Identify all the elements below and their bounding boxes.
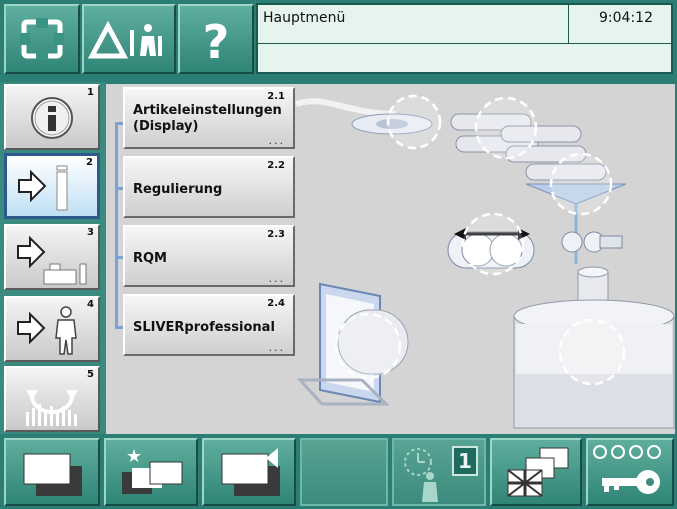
star-windows-icon: ★ bbox=[122, 446, 183, 494]
timer-person-button[interactable]: 1 bbox=[392, 438, 486, 506]
submenu-item-2-4[interactable]: 2.4 SLIVERprofessional ... bbox=[123, 294, 295, 356]
submenu-label: Regulierung bbox=[133, 182, 223, 197]
delta-person-icon bbox=[87, 20, 162, 59]
empty-slot bbox=[300, 438, 388, 506]
svg-text:★: ★ bbox=[126, 446, 142, 467]
login-button[interactable] bbox=[586, 438, 674, 506]
nav-item-4[interactable]: 4 bbox=[4, 296, 100, 362]
window-back-icon bbox=[221, 448, 280, 496]
page-title: Hauptmenü bbox=[263, 10, 346, 26]
window-back-button[interactable] bbox=[202, 438, 296, 506]
submenu-item-2-2[interactable]: 2.2 Regulierung bbox=[123, 156, 295, 218]
count-badge: 1 bbox=[452, 446, 478, 476]
clock: 9:04:12 bbox=[599, 10, 653, 26]
arrow-factory-icon bbox=[17, 235, 87, 285]
flag-windows-icon bbox=[507, 447, 569, 497]
more-indicator: ... bbox=[268, 134, 285, 147]
window-stack-icon bbox=[23, 453, 82, 496]
alarm-maintenance-button[interactable] bbox=[82, 4, 176, 74]
key-icon bbox=[593, 445, 661, 494]
more-indicator: ... bbox=[268, 341, 285, 354]
submenu-label: SLIVERprofessional bbox=[133, 320, 275, 335]
arrow-person-icon bbox=[17, 306, 77, 355]
nav-item-2[interactable]: 2 bbox=[4, 153, 100, 219]
nav-item-5[interactable]: 5 bbox=[4, 366, 100, 432]
nav-item-1[interactable]: 1 bbox=[4, 84, 100, 150]
submenu-item-2-1[interactable]: 2.1 Artikeleinstellungen (Display) ... bbox=[123, 87, 295, 149]
submenu-label: RQM bbox=[133, 251, 167, 266]
submenu-item-2-3[interactable]: 2.3 RQM ... bbox=[123, 225, 295, 287]
question-icon: ? bbox=[203, 15, 230, 69]
more-indicator: ... bbox=[268, 272, 285, 285]
title-bar: Hauptmenü 9:04:12 bbox=[256, 3, 673, 74]
arrow-machine-icon bbox=[18, 165, 68, 211]
submenu-label: Artikeleinstellungen bbox=[133, 103, 282, 118]
fullscreen-icon bbox=[20, 18, 64, 60]
info-icon bbox=[31, 97, 73, 139]
window-stack-button[interactable] bbox=[4, 438, 100, 506]
favorite-windows-button[interactable]: ★ bbox=[104, 438, 198, 506]
submenu-label-line2: (Display) bbox=[133, 119, 199, 134]
svg-text:?: ? bbox=[203, 15, 230, 69]
language-button[interactable] bbox=[490, 438, 582, 506]
nav-item-3[interactable]: 3 bbox=[4, 224, 100, 290]
help-button[interactable]: ? bbox=[178, 4, 254, 74]
cycle-bars-icon bbox=[26, 390, 78, 426]
fullscreen-button[interactable] bbox=[4, 4, 80, 74]
